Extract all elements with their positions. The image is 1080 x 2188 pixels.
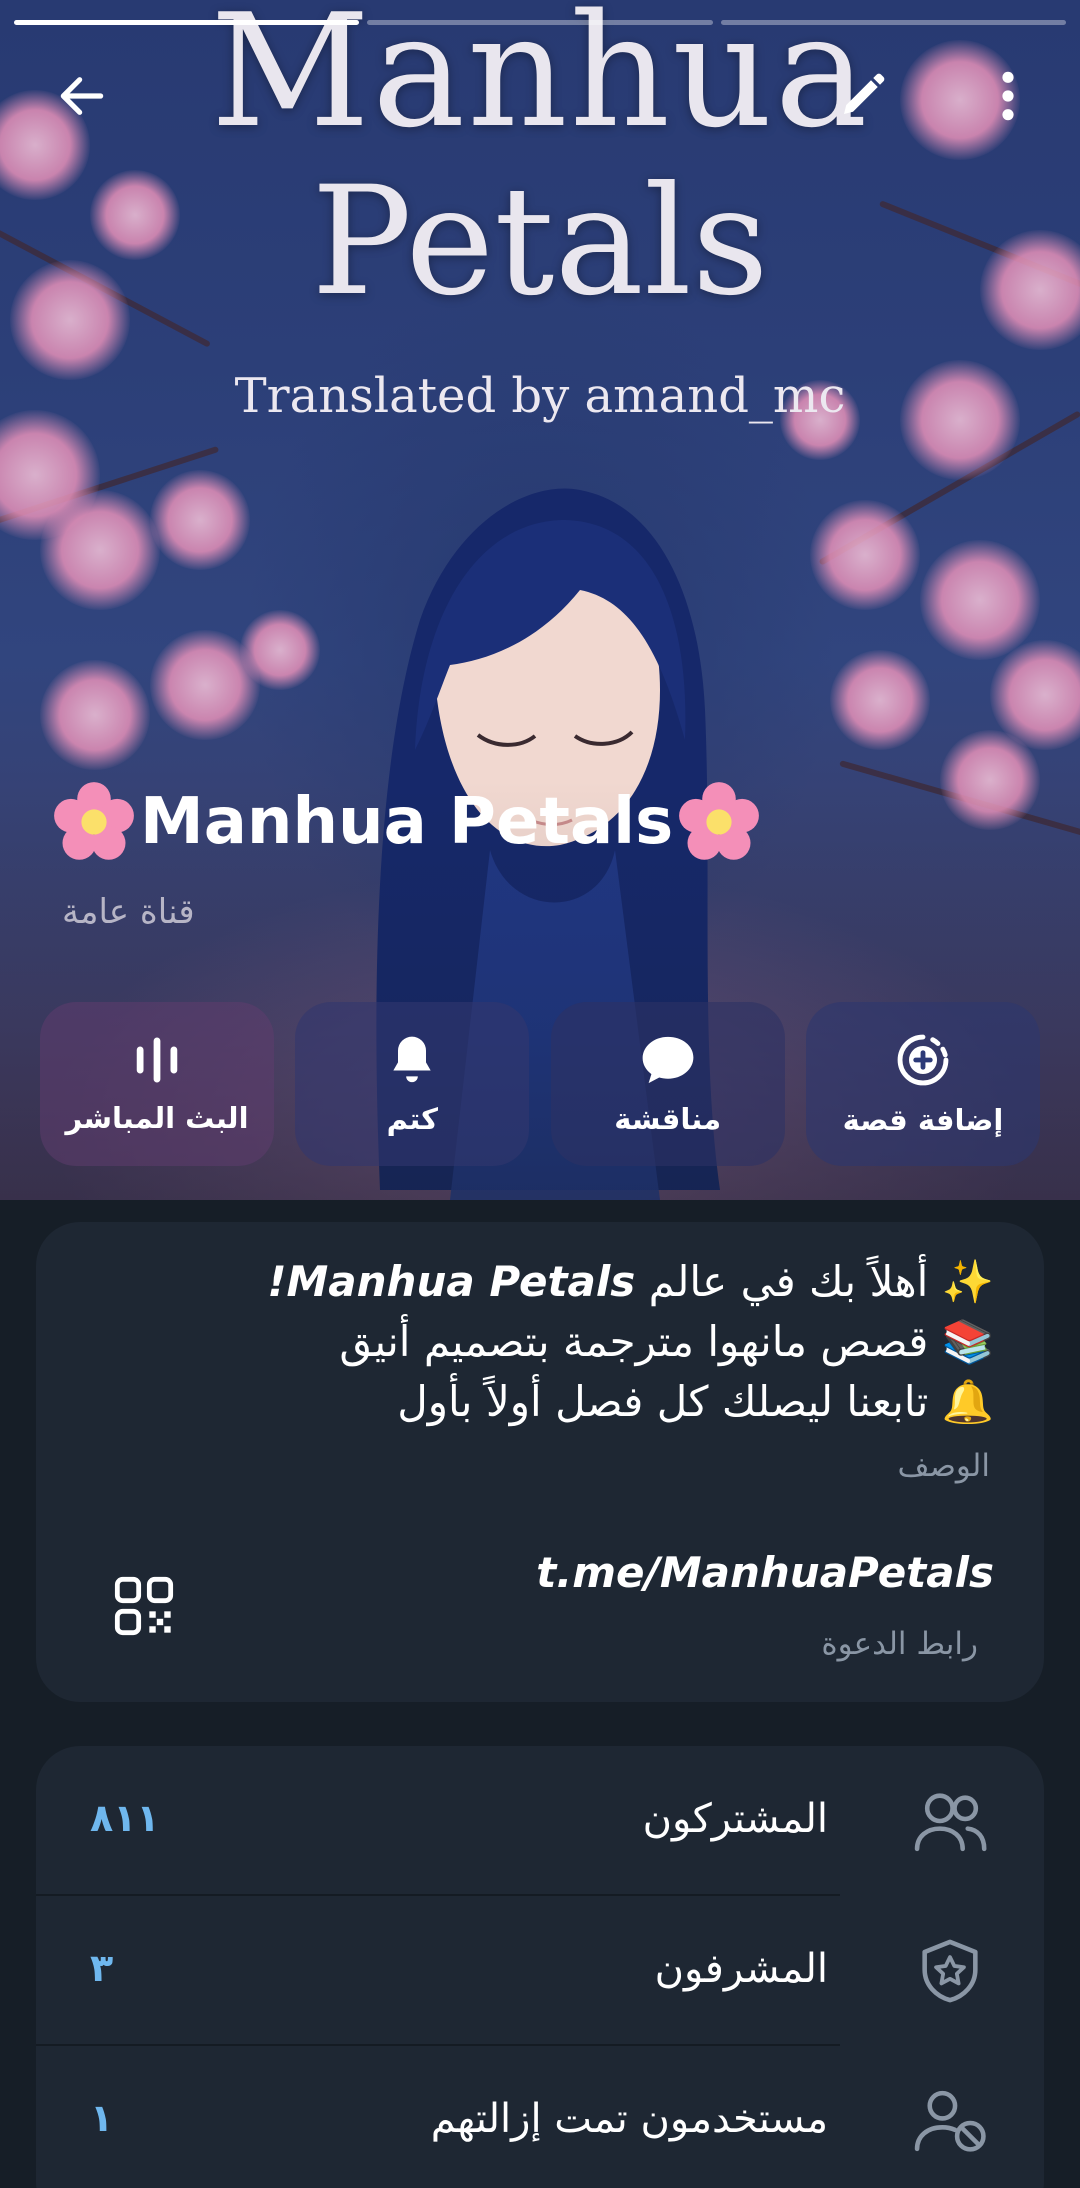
action-label: كتم (386, 1102, 439, 1136)
chat-bubble-icon (642, 1036, 694, 1084)
books-emoji: 📚 (941, 1317, 994, 1366)
bell-icon (393, 1036, 431, 1083)
story-segment (367, 20, 713, 25)
mute-button[interactable]: كتم (295, 1002, 530, 1166)
channel-info-card: ✨ أهلاً بك في عالم Manhua Petals! 📚 قصص … (36, 1222, 1044, 1702)
blossom-decoration (240, 610, 320, 690)
user-removed-icon (914, 2090, 986, 2152)
cherry-blossom-icon (54, 782, 134, 860)
description-line: ✨ أهلاً بك في عالم Manhua Petals! (134, 1252, 994, 1312)
users-icon (914, 1793, 987, 1852)
action-buttons: البث المباشر كتم مناقشة إضافة قصة (40, 1002, 1040, 1166)
more-vertical-icon (1002, 71, 1014, 121)
channel-description[interactable]: ✨ أهلاً بك في عالم Manhua Petals! 📚 قصص … (134, 1252, 994, 1432)
qr-code-icon[interactable] (112, 1574, 176, 1638)
channel-name-text: Manhua Petals (140, 785, 674, 859)
blossom-decoration (810, 500, 920, 610)
administrators-row[interactable]: المشرفون ٣ (36, 1896, 1044, 2046)
description-text: تابعنا ليصلك كل فصل أولاً بأول (397, 1377, 929, 1426)
invite-link[interactable]: t.me/ManhuaPetals (536, 1548, 994, 1597)
cherry-blossom-icon (679, 782, 760, 860)
edit-button[interactable] (822, 56, 902, 136)
add-story-icon (897, 1034, 949, 1086)
description-text: قصص مانهوا مترجمة بتصميم أنيق (339, 1317, 929, 1366)
story-segment (720, 20, 1066, 25)
live-stream-icon (136, 1037, 178, 1083)
channel-name: Manhua Petals (52, 780, 761, 864)
description-line: 🔔 تابعنا ليصلك كل فصل أولاً بأول (134, 1372, 994, 1432)
bell-emoji: 🔔 (941, 1377, 994, 1426)
row-count: ١ (90, 2096, 114, 2140)
row-count: ٣ (90, 1946, 114, 1990)
row-label: المشتركون (642, 1796, 828, 1842)
live-stream-button[interactable]: البث المباشر (40, 1002, 274, 1166)
blossom-decoration (40, 660, 150, 770)
back-button[interactable] (42, 56, 122, 136)
channel-profile-screen: Manhua Petals Translated by amand_mc Man… (0, 0, 1080, 2188)
row-label: مستخدمون تمت إزالتهم (430, 2096, 828, 2142)
action-label: البث المباشر (65, 1101, 249, 1135)
story-segment (14, 20, 360, 25)
row-label: المشرفون (654, 1946, 828, 1992)
invite-link-label: رابط الدعوة (821, 1626, 978, 1662)
pencil-icon (844, 73, 885, 114)
cover-title-line2: Petals (311, 155, 769, 329)
story-progress (14, 20, 1066, 25)
discussion-button[interactable]: مناقشة (550, 1002, 785, 1166)
action-label: إضافة قصة (842, 1103, 1004, 1137)
channel-cover-image: Manhua Petals Translated by amand_mc Man… (0, 0, 1080, 1200)
add-story-button[interactable]: إضافة قصة (805, 1002, 1040, 1166)
blossom-decoration (920, 540, 1040, 660)
more-options-button[interactable] (968, 56, 1048, 136)
channel-type: قناة عامة (62, 892, 195, 932)
channel-stats-card: المشتركون ٨١١ المشرفون ٣ مستخدمون تمت إز… (36, 1746, 1044, 2188)
admin-shield-icon (922, 1939, 978, 2003)
cover-subtitle: Translated by amand_mc (234, 368, 846, 424)
description-text: أهلاً بك في عالم (635, 1257, 929, 1306)
subscribers-row[interactable]: المشتركون ٨١١ (36, 1746, 1044, 1896)
arrow-left-icon (60, 77, 104, 115)
description-emphasis: Manhua Petals! (267, 1257, 636, 1306)
row-count: ٨١١ (90, 1796, 160, 1840)
blossom-decoration (830, 650, 930, 750)
blossom-decoration (150, 470, 250, 570)
description-label: الوصف (897, 1448, 991, 1484)
sparkles-emoji: ✨ (941, 1257, 994, 1306)
blossom-decoration (40, 490, 160, 610)
description-line: 📚 قصص مانهوا مترجمة بتصميم أنيق (134, 1312, 994, 1372)
action-label: مناقشة (614, 1102, 722, 1136)
removed-users-row[interactable]: مستخدمون تمت إزالتهم ١ (36, 2046, 1044, 2188)
